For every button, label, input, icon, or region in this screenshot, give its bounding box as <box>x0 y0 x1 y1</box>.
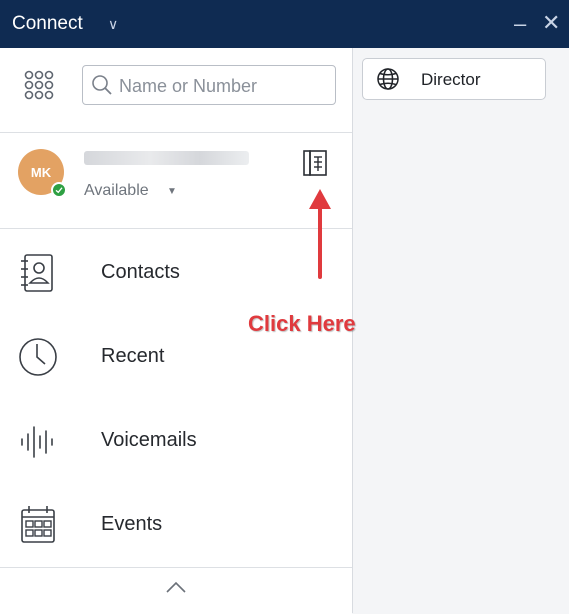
sidebar-bottom-bar <box>0 567 352 614</box>
globe-icon <box>377 68 399 90</box>
sidebar-item-contacts[interactable]: Contacts <box>0 231 352 315</box>
app-title[interactable]: Connect <box>12 13 83 35</box>
title-bar: Connect ∨ – ✕ <box>0 0 569 48</box>
clock-icon <box>19 338 57 376</box>
app-menu-chevron-icon[interactable]: ∨ <box>108 16 118 33</box>
directory-icon[interactable] <box>301 148 329 178</box>
chevron-up-icon[interactable] <box>165 580 187 594</box>
close-icon[interactable]: ✕ <box>542 10 560 36</box>
sidebar-item-voicemails[interactable]: Voicemails <box>0 399 352 483</box>
status-caret-icon[interactable]: ▼ <box>167 186 177 197</box>
director-label: Director <box>421 70 481 89</box>
sidebar-item-label: Voicemails <box>101 429 197 451</box>
sidebar-top-row: Name or Number <box>0 48 352 133</box>
app-grid-icon[interactable] <box>24 70 54 100</box>
sidebar-item-label: Recent <box>101 345 165 367</box>
minimize-icon[interactable]: – <box>514 11 526 37</box>
sidebar-item-label: Events <box>101 513 163 535</box>
sidebar-item-events[interactable]: Events <box>0 483 352 567</box>
annotation-text: Click Here <box>248 311 356 336</box>
voicemail-waveform-icon <box>21 426 53 458</box>
search-icon <box>92 75 112 95</box>
sidebar-item-label: Contacts <box>101 261 180 283</box>
search-input[interactable]: Name or Number <box>82 65 336 105</box>
director-button[interactable]: Director <box>362 58 546 100</box>
annotation-arrow-icon <box>309 189 331 279</box>
user-status-row: MK Available ▼ <box>0 133 352 229</box>
calendar-icon <box>21 506 55 543</box>
user-name-redacted <box>84 151 249 165</box>
search-placeholder: Name or Number <box>119 76 258 96</box>
avatar-initials: MK <box>30 164 52 180</box>
contacts-book-icon <box>21 254 53 292</box>
status-selector[interactable]: Available <box>84 182 149 200</box>
status-check-icon <box>51 182 67 198</box>
